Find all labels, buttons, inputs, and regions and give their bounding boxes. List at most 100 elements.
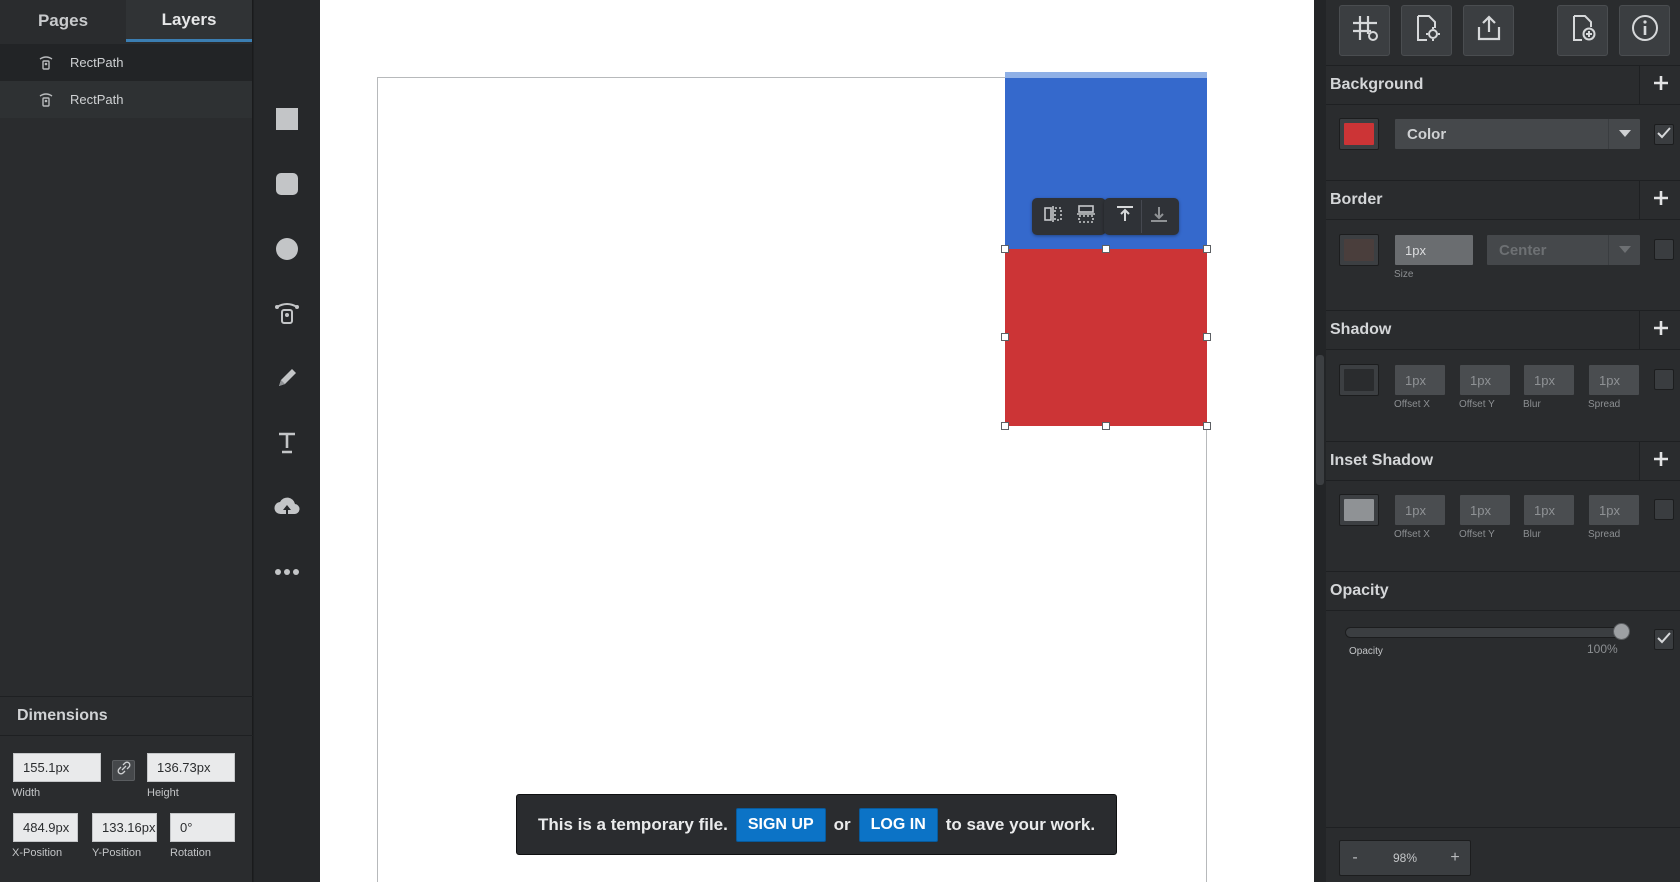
text-tool-icon[interactable]: [271, 426, 303, 458]
plus-icon: [1653, 451, 1669, 472]
tab-layers[interactable]: Layers: [126, 0, 252, 42]
checkmark-icon: [1657, 126, 1671, 144]
shadow-blur-field[interactable]: 1px: [1523, 364, 1575, 396]
zoom-out-button[interactable]: -: [1340, 841, 1370, 875]
resize-handle-bottom-right[interactable]: [1203, 422, 1211, 430]
info-button[interactable]: [1619, 5, 1670, 56]
sign-up-button[interactable]: SIGN UP: [735, 807, 826, 842]
inset-shadow-section-header: Inset Shadow: [1315, 441, 1680, 481]
y-position-field[interactable]: 133.16px: [92, 813, 157, 842]
send-backward-button[interactable]: [1142, 200, 1175, 233]
add-background-button[interactable]: [1639, 66, 1680, 104]
log-in-button[interactable]: LOG IN: [858, 807, 938, 842]
inset-shadow-spread-label: Spread: [1588, 529, 1621, 540]
inset-shadow-blur-label: Blur: [1523, 529, 1541, 540]
opacity-slider-track[interactable]: [1345, 627, 1621, 638]
opacity-enabled-checkbox[interactable]: [1654, 629, 1674, 650]
background-color-fill: [1344, 123, 1374, 145]
inset-shadow-color-swatch[interactable]: [1339, 494, 1379, 526]
inset-shadow-offset-y-label: Offset Y: [1459, 529, 1495, 540]
red-rectangle[interactable]: [1005, 249, 1207, 426]
export-icon: [1475, 14, 1503, 47]
upload-icon[interactable]: [271, 491, 303, 523]
path-icon: [36, 53, 56, 73]
add-shadow-button[interactable]: [1639, 311, 1680, 349]
opacity-section-header: Opacity: [1315, 571, 1680, 611]
flip-horizontal-icon: [1043, 205, 1063, 228]
add-border-button[interactable]: [1639, 181, 1680, 219]
layer-item[interactable]: RectPath: [0, 44, 252, 81]
height-label: Height: [147, 787, 179, 799]
panel-scrollbar-thumb[interactable]: [1316, 355, 1324, 485]
plus-icon: [1653, 75, 1669, 96]
opacity-slider-knob[interactable]: [1613, 623, 1630, 640]
resize-handle-top-right[interactable]: [1203, 245, 1211, 253]
shadow-offset-x-field[interactable]: 1px: [1394, 364, 1446, 396]
bring-forward-button[interactable]: [1108, 200, 1141, 233]
shadow-offset-y-field[interactable]: 1px: [1459, 364, 1511, 396]
add-page-button[interactable]: [1557, 5, 1608, 56]
rotation-field[interactable]: 0°: [170, 813, 235, 842]
ellipse-tool-icon[interactable]: [271, 233, 303, 265]
zoom-divider: [1315, 827, 1680, 828]
border-color-fill: [1344, 239, 1374, 261]
shadow-enabled-checkbox[interactable]: [1654, 369, 1674, 390]
width-label: Width: [12, 787, 41, 799]
pencil-tool-icon[interactable]: [271, 362, 303, 394]
tool-rail: [254, 0, 320, 882]
resize-handle-right[interactable]: [1203, 333, 1211, 341]
inset-shadow-spread-field[interactable]: 1px: [1588, 494, 1640, 526]
shadow-color-fill: [1344, 369, 1374, 391]
width-field[interactable]: 155.1px: [13, 753, 101, 782]
layer-item[interactable]: RectPath: [0, 81, 252, 118]
rounded-rectangle-tool-icon[interactable]: [271, 168, 303, 200]
border-enabled-checkbox[interactable]: [1654, 239, 1674, 260]
layers-list: RectPath RectPath: [0, 44, 252, 118]
canvas-area[interactable]: This is a temporary file. SIGN UP or LOG…: [320, 0, 1314, 882]
layer-label: RectPath: [70, 55, 124, 70]
export-button[interactable]: [1463, 5, 1514, 56]
background-color-swatch[interactable]: [1339, 118, 1379, 150]
resize-handle-top-left[interactable]: [1001, 245, 1009, 253]
resize-handle-top[interactable]: [1102, 245, 1110, 253]
border-color-swatch[interactable]: [1339, 234, 1379, 266]
document-settings-button[interactable]: [1401, 5, 1452, 56]
zoom-level: 98%: [1392, 851, 1418, 865]
grid-settings-button[interactable]: [1339, 5, 1390, 56]
more-icon[interactable]: [271, 556, 303, 588]
left-panel: Pages Layers RectPath RectPath Dimension…: [0, 0, 253, 882]
flip-horizontal-button[interactable]: [1036, 200, 1069, 233]
add-page-icon: [1570, 14, 1596, 47]
background-type-select[interactable]: Color: [1394, 118, 1641, 150]
shadow-spread-field[interactable]: 1px: [1588, 364, 1640, 396]
resize-handle-bottom-left[interactable]: [1001, 422, 1009, 430]
shadow-offset-y-label: Offset Y: [1459, 399, 1495, 410]
flip-toolbar: [1032, 198, 1106, 235]
background-enabled-checkbox[interactable]: [1654, 124, 1674, 145]
border-position-select[interactable]: Center: [1486, 234, 1641, 266]
path-icon: [36, 90, 56, 110]
flip-vertical-icon: [1076, 204, 1096, 229]
inset-shadow-enabled-checkbox[interactable]: [1654, 499, 1674, 520]
shadow-blur-label: Blur: [1523, 399, 1541, 410]
border-size-field[interactable]: 1px: [1394, 234, 1474, 266]
zoom-in-button[interactable]: +: [1440, 841, 1470, 875]
shadow-color-swatch[interactable]: [1339, 364, 1379, 396]
inset-shadow-offset-y-field[interactable]: 1px: [1459, 494, 1511, 526]
dimensions-title: Dimensions: [0, 696, 253, 736]
x-position-field[interactable]: 484.9px: [13, 813, 78, 842]
inset-shadow-offset-x-field[interactable]: 1px: [1394, 494, 1446, 526]
rectangle-tool-icon[interactable]: [271, 103, 303, 135]
link-dimensions-button[interactable]: [112, 760, 135, 781]
path-tool-icon[interactable]: [271, 297, 303, 329]
resize-handle-bottom[interactable]: [1102, 422, 1110, 430]
height-field[interactable]: 136.73px: [147, 753, 235, 782]
flip-vertical-button[interactable]: [1069, 200, 1102, 233]
inset-shadow-blur-field[interactable]: 1px: [1523, 494, 1575, 526]
resize-handle-left[interactable]: [1001, 333, 1009, 341]
tab-pages[interactable]: Pages: [0, 0, 126, 42]
background-type-value: Color: [1407, 125, 1447, 143]
shadow-title: Shadow: [1330, 321, 1392, 338]
add-inset-shadow-button[interactable]: [1639, 442, 1680, 480]
zoom-control: - 98% +: [1339, 840, 1471, 876]
